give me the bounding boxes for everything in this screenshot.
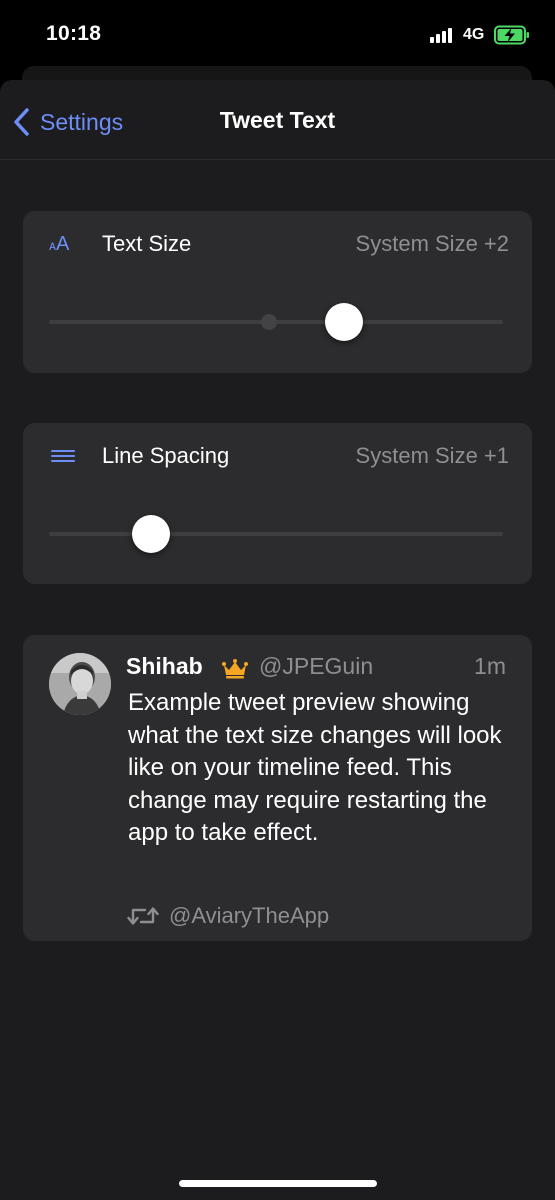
- slider-default-marker: [261, 314, 278, 330]
- tweet-header: Shihab @JPEGuin 1m: [126, 653, 506, 683]
- text-size-icon: ᴀA: [49, 233, 70, 255]
- tweet-text: Example tweet preview showing what the t…: [128, 689, 502, 846]
- tweet-text-sheet: Settings Tweet Text ᴀA Text Size System …: [0, 80, 555, 1200]
- tweet-author-name: Shihab: [126, 653, 203, 679]
- status-bar: 10:18 4G: [0, 0, 555, 70]
- retweet-icon: [127, 907, 159, 925]
- page-title: Tweet Text: [219, 107, 336, 133]
- text-size-slider[interactable]: [49, 302, 503, 342]
- text-size-card: ᴀA Text Size System Size +2: [23, 211, 532, 373]
- network-type: 4G: [463, 26, 485, 43]
- retweeted-by-handle: @AviaryTheApp: [169, 903, 330, 928]
- signal-icon: [430, 27, 456, 43]
- battery-charging-icon: [494, 25, 529, 45]
- slider-thumb[interactable]: [132, 515, 171, 553]
- retweet-attribution: @AviaryTheApp: [127, 901, 329, 931]
- line-spacing-card: Line Spacing System Size +1: [23, 423, 532, 584]
- crown-icon: [222, 659, 248, 679]
- home-indicator[interactable]: [179, 1180, 377, 1187]
- line-spacing-value: System Size +1: [355, 443, 509, 468]
- tweet-timestamp: 1m: [474, 653, 506, 679]
- screen: 10:18 4G Settings Tweet Text ᴀA Text Siz…: [0, 0, 555, 1200]
- line-spacing-icon: [51, 450, 75, 462]
- slider-thumb[interactable]: [325, 303, 364, 341]
- text-size-label: Text Size: [102, 231, 192, 256]
- text-size-value: System Size +2: [355, 231, 509, 256]
- slider-track: [49, 532, 503, 536]
- tweet-preview-card: Shihab @JPEGuin 1m Example tweet preview…: [23, 635, 532, 941]
- navigation-bar: Settings Tweet Text: [0, 80, 555, 160]
- tweet-author-handle: @JPEGuin: [259, 653, 374, 679]
- line-spacing-label: Line Spacing: [102, 443, 230, 468]
- avatar: [49, 653, 111, 715]
- status-time: 10:18: [46, 22, 102, 45]
- line-spacing-slider[interactable]: [49, 514, 503, 554]
